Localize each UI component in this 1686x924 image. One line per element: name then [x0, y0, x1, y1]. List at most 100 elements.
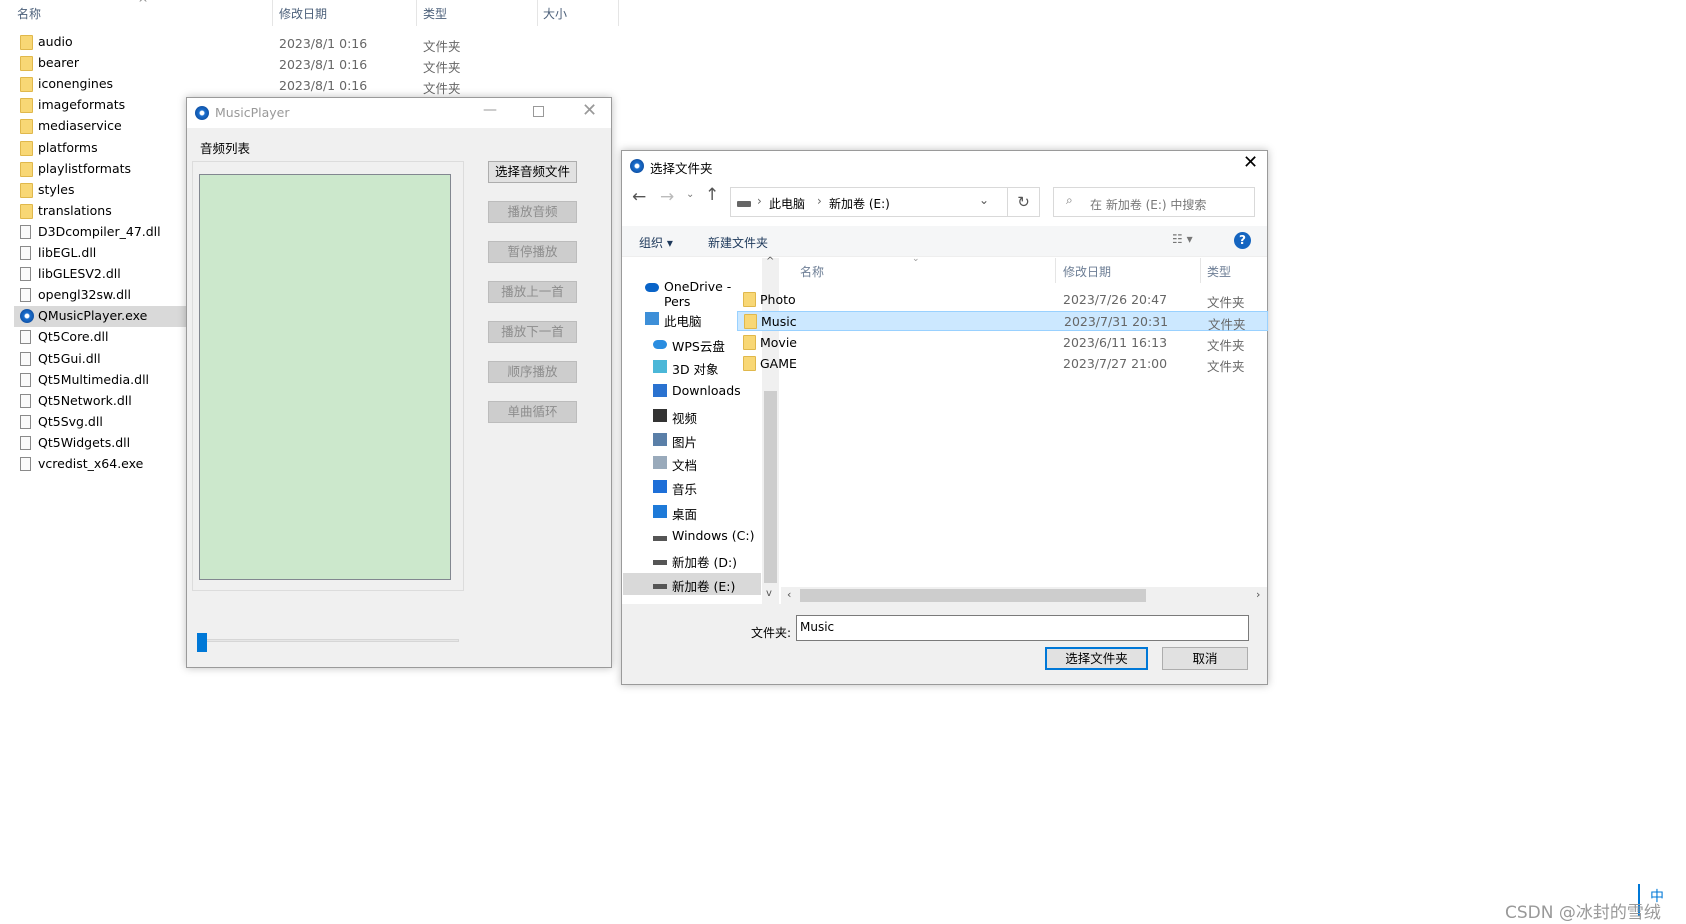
column-name[interactable]: 名称 — [800, 263, 824, 280]
up-icon[interactable]: ↑ — [705, 185, 719, 205]
list-item[interactable]: Qt5Network.dll — [14, 391, 186, 412]
close-button[interactable]: ✕ — [1243, 152, 1258, 173]
list-item[interactable]: Qt5Multimedia.dll — [14, 370, 186, 391]
list-item[interactable]: styles — [14, 180, 186, 201]
list-item[interactable]: QMusicPlayer.exe — [14, 306, 186, 328]
file-row[interactable]: Photo 2023/7/26 20:47 文件夹 — [737, 290, 1268, 310]
dll-file-icon — [20, 372, 31, 387]
list-item[interactable]: vcredist_x64.exe — [14, 454, 186, 475]
player-button-7[interactable]: 单曲循环 — [488, 401, 577, 423]
minimize-button[interactable]: — — [483, 102, 497, 118]
horizontal-scrollbar[interactable]: ‹ › — [781, 587, 1267, 604]
column-type[interactable]: 类型 — [423, 5, 447, 22]
player-button-3[interactable]: 暂停播放 — [488, 241, 577, 263]
nav-item[interactable]: 音乐 — [623, 476, 761, 498]
slider-handle[interactable] — [197, 633, 207, 652]
cloud-wps-icon — [653, 340, 667, 349]
nav-item[interactable]: 图片 — [623, 429, 761, 451]
list-item[interactable]: D3Dcompiler_47.dll — [14, 222, 186, 243]
video-icon — [653, 409, 667, 422]
list-item[interactable]: Qt5Core.dll — [14, 327, 186, 348]
player-button-6[interactable]: 顺序播放 — [488, 361, 577, 383]
chevron-down-icon[interactable]: ⌄ — [979, 193, 989, 207]
column-type[interactable]: 类型 — [1207, 263, 1231, 280]
folder-icon — [20, 56, 33, 72]
nav-item[interactable]: 新加卷 (D:) — [623, 549, 761, 571]
drive-icon — [653, 584, 667, 589]
list-item[interactable]: Qt5Widgets.dll — [14, 433, 186, 454]
nav-item[interactable]: 新加卷 (E:) — [623, 573, 761, 595]
file-row[interactable]: Movie 2023/6/11 16:13 文件夹 — [737, 333, 1268, 353]
player-button-5[interactable]: 播放下一首 — [488, 321, 577, 343]
audio-list[interactable] — [199, 174, 451, 580]
player-button-2[interactable]: 播放音频 — [488, 201, 577, 223]
folder-icon — [744, 314, 757, 330]
progress-slider[interactable] — [197, 639, 459, 642]
list-item[interactable]: bearer — [14, 53, 186, 74]
back-icon[interactable]: ← — [632, 187, 646, 207]
player-button-1[interactable]: 选择音频文件 — [488, 161, 577, 183]
list-item[interactable]: Qt5Svg.dll — [14, 412, 186, 433]
file-name: Music — [761, 314, 797, 330]
recent-dropdown-icon[interactable]: ⌄ — [686, 189, 694, 200]
list-item[interactable]: playlistformats — [14, 159, 186, 180]
file-name: Qt5Widgets.dll — [38, 434, 131, 450]
new-folder-button[interactable]: 新建文件夹 — [708, 234, 768, 251]
file-row[interactable]: Music 2023/7/31 20:31 文件夹 — [737, 311, 1268, 332]
column-date[interactable]: 修改日期 — [279, 5, 327, 22]
list-item[interactable]: platforms — [14, 138, 186, 159]
close-button[interactable]: ✕ — [582, 100, 597, 121]
nav-label: 音乐 — [672, 482, 698, 497]
nav-item[interactable]: Windows (C:) — [623, 525, 761, 547]
organize-menu[interactable]: 组织 ▾ — [639, 234, 673, 251]
player-button-4[interactable]: 播放上一首 — [488, 281, 577, 303]
file-name: Movie — [760, 334, 797, 350]
address-bar[interactable]: › 此电脑 › 新加卷 (E:) ⌄ — [730, 187, 1008, 217]
file-date: 2023/6/11 16:13 — [1063, 334, 1168, 350]
nav-label: Downloads — [672, 383, 741, 398]
breadcrumb-item[interactable]: 此电脑 — [769, 195, 805, 212]
list-item[interactable]: iconengines — [14, 74, 186, 95]
nav-item[interactable]: 桌面 — [623, 501, 761, 523]
drive-icon — [653, 560, 667, 565]
column-name[interactable]: 名称 — [17, 5, 41, 22]
scroll-thumb[interactable] — [764, 391, 777, 583]
select-folder-button[interactable]: 选择文件夹 — [1045, 647, 1148, 670]
file-name: Qt5Network.dll — [38, 392, 132, 408]
breadcrumb-item[interactable]: 新加卷 (E:) — [829, 195, 890, 212]
nav-label: WPS云盘 — [672, 339, 725, 354]
nav-item[interactable]: Downloads — [623, 380, 761, 402]
file-type: 文件夹 — [1207, 295, 1245, 310]
scroll-thumb[interactable] — [800, 589, 1146, 602]
list-item[interactable]: libGLESV2.dll — [14, 264, 186, 285]
column-date[interactable]: 修改日期 — [1063, 263, 1111, 280]
help-icon[interactable]: ? — [1234, 232, 1251, 249]
maximize-button[interactable] — [533, 106, 544, 117]
computer-icon — [645, 312, 659, 325]
list-item[interactable]: translations — [14, 201, 186, 222]
file-type: 文件夹 — [1207, 337, 1245, 353]
sort-up-icon: ^ — [138, 0, 149, 10]
nav-item[interactable]: 视频 — [623, 405, 761, 427]
cancel-button[interactable]: 取消 — [1162, 647, 1248, 670]
view-options-icon[interactable]: ☷ ▾ — [1172, 232, 1193, 246]
list-item[interactable]: opengl32sw.dll — [14, 285, 186, 306]
column-size[interactable]: 大小 — [543, 5, 567, 22]
search-input[interactable]: ⌕ 在 新加卷 (E:) 中搜索 — [1053, 187, 1255, 217]
list-item[interactable]: imageformats — [14, 95, 186, 116]
list-item[interactable]: libEGL.dll — [14, 243, 186, 264]
row-date: 2023/8/1 0:16 — [279, 36, 368, 51]
list-item[interactable]: mediaservice — [14, 116, 186, 137]
nav-item[interactable]: 文档 — [623, 452, 761, 474]
list-item[interactable]: Qt5Gui.dll — [14, 349, 186, 370]
nav-label: Windows (C:) — [672, 528, 755, 543]
file-type: 文件夹 — [1207, 358, 1245, 374]
list-item[interactable]: audio — [14, 32, 186, 53]
folder-input[interactable]: Music — [796, 615, 1249, 641]
refresh-button[interactable]: ↻ — [1007, 187, 1040, 217]
row-date: 2023/8/1 0:16 — [279, 57, 368, 72]
folder-icon — [20, 182, 33, 198]
file-row[interactable]: GAME 2023/7/27 21:00 文件夹 — [737, 354, 1268, 374]
forward-icon[interactable]: → — [660, 187, 674, 207]
cloud-icon — [645, 283, 659, 292]
